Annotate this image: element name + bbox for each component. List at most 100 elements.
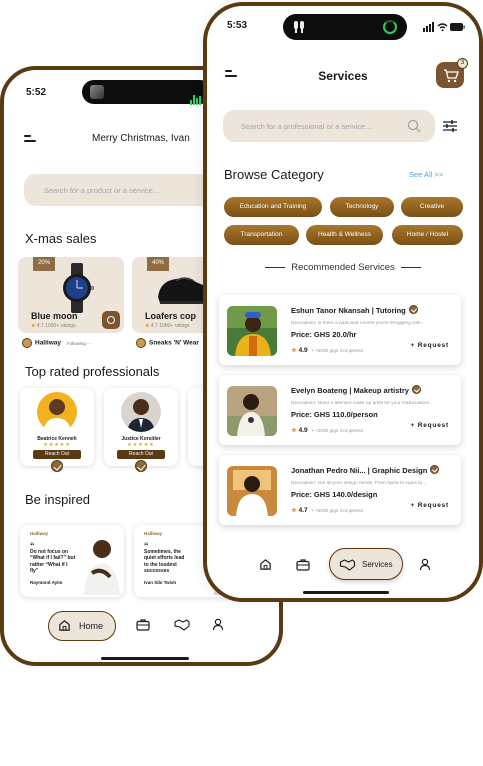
verified-icon (408, 305, 418, 314)
service-price: Price: GHS 110.0/person (291, 410, 378, 419)
quote-text: Sometimes, the quiet efforts lead to the… (144, 549, 185, 574)
service-card[interactable]: Evelyn Boateng | Makeup artistry Descrip… (219, 375, 461, 445)
dynamic-island (283, 14, 407, 40)
quote-brand: Halliway (144, 531, 163, 536)
star-icon: ★ (291, 507, 297, 514)
browse-category-title: Browse Category (224, 167, 324, 182)
section-title-be-inspired: Be inspired (25, 492, 91, 507)
quote-person-image (84, 540, 120, 595)
star-icon: ★ (291, 347, 297, 354)
system-status-icon (423, 22, 465, 32)
category-chip[interactable]: Home / Hostel (392, 225, 463, 245)
service-rating: ★ 4.9 • +3000 gigs Completed (291, 427, 363, 434)
handshake-icon (339, 559, 356, 571)
product-name: Loafers cop (145, 311, 197, 321)
product-card[interactable]: 20% Blue moon ★ 4.7 1000+ ratings (18, 257, 124, 333)
category-chip[interactable]: Creative (401, 197, 463, 217)
cart-button[interactable]: 3 (436, 58, 468, 88)
quote-text: Do not focus on “What if I fail?” but ra… (30, 549, 76, 574)
filter-icon[interactable] (443, 120, 457, 132)
verified-icon (411, 385, 421, 394)
seller-info[interactable]: Halliway Following ⋯ (22, 338, 92, 352)
service-description: Description: Is there a particular cours… (291, 321, 425, 326)
request-button[interactable]: + Request (411, 342, 449, 349)
quote-card[interactable]: Halliway “ Do not focus on “What if I fa… (20, 525, 124, 597)
follow-status[interactable]: Following ⋯ (67, 341, 92, 346)
product-name: Blue moon (31, 311, 78, 321)
professional-stars: ★★★★★ (127, 442, 155, 448)
category-chip[interactable]: Transportation (224, 225, 299, 245)
discount-badge: 20% (33, 257, 55, 271)
watch-image (63, 263, 94, 313)
user-icon[interactable] (419, 558, 431, 571)
home-icon (59, 620, 70, 631)
bottom-nav: Home (48, 608, 238, 644)
dynamic-island (82, 80, 212, 105)
product-rating: ★ 4.7 1000+ ratings (31, 323, 76, 329)
airpods-icon (294, 21, 304, 33)
mockup-stage: 5:52 Merry Christmas, Ivan Search for a … (0, 0, 483, 766)
service-price: Price: GHS 140.0/design (291, 490, 378, 499)
category-chip[interactable]: Education and Training (224, 197, 322, 217)
reach-out-button[interactable]: Reach Out (33, 450, 81, 459)
nav-services-label: Services (362, 560, 393, 569)
product-rating: ★ 4.7 1000+ ratings (145, 323, 190, 329)
professional-card[interactable]: Justice Korsitler ★★★★★ Reach Out (104, 388, 178, 472)
service-rating: ★ 4.9 • +5000 gigs Completed (291, 347, 363, 354)
album-art-icon (90, 85, 104, 99)
services-phone: 5:53 Services 3 Search for a professiona… (203, 2, 483, 602)
search-icon[interactable] (407, 119, 421, 133)
briefcase-icon[interactable] (136, 618, 150, 631)
seller-avatar (136, 338, 146, 348)
service-rating: ★ 4.7 • +5000 gigs Completed (291, 507, 363, 514)
audio-wave-icon (190, 87, 202, 105)
category-chip[interactable]: Technology (330, 197, 394, 217)
seller-avatar (22, 338, 32, 348)
provider-photo (227, 466, 277, 516)
verified-icon (51, 460, 63, 472)
request-button[interactable]: + Request (411, 502, 449, 509)
quote-author: Ivan Sibi Twish (144, 580, 177, 585)
category-chip[interactable]: Health & Wellness (306, 225, 383, 245)
service-card[interactable]: Eshun Tanor Nkansah | Tutoring Descripti… (219, 295, 461, 365)
section-title-top-rated: Top rated professionals (25, 364, 160, 379)
reach-out-button[interactable]: Reach Out (117, 450, 165, 459)
request-button[interactable]: + Request (411, 422, 449, 429)
provider-photo (227, 306, 277, 356)
service-description: Description: Need a talented make up art… (291, 401, 434, 406)
seller-info[interactable]: Sneaks 'N' Wear (136, 338, 199, 352)
home-indicator (101, 657, 189, 660)
briefcase-icon[interactable] (296, 558, 310, 571)
cart-count-badge: 3 (457, 58, 468, 69)
service-card[interactable]: Jonathan Pedro Nii... | Graphic Design D… (219, 455, 461, 525)
service-name: Eshun Tanor Nkansah | Tutoring (291, 305, 418, 315)
see-all-link[interactable]: See All >> (409, 170, 443, 179)
recommended-title: Recommended Services (207, 262, 479, 273)
quote-brand: Halliway (30, 531, 49, 536)
home-icon[interactable] (259, 558, 272, 571)
star-icon: ★ (291, 427, 297, 434)
greeting: Merry Christmas, Ivan (92, 133, 190, 144)
service-name: Evelyn Boateng | Makeup artistry (291, 385, 421, 395)
progress-ring-icon (383, 20, 397, 34)
add-to-cart-button[interactable] (102, 311, 120, 329)
home-indicator (303, 591, 389, 594)
professional-photo (121, 392, 161, 432)
nav-home-button[interactable]: Home (48, 611, 116, 641)
status-time: 5:53 (227, 20, 248, 31)
handshake-icon[interactable] (174, 618, 190, 631)
professional-stars: ★★★★★ (43, 442, 71, 448)
professional-photo (37, 392, 77, 432)
user-icon[interactable] (212, 618, 224, 631)
nav-services-button[interactable]: Services (329, 548, 403, 580)
quote-author: Raymond Ayim (30, 580, 63, 585)
professional-card[interactable]: Beatrice Kenneh ★★★★★ Reach Out (20, 388, 94, 472)
search-placeholder: Search for a professional or a service..… (241, 122, 372, 131)
section-title-xmas: X-mas sales (25, 231, 97, 246)
service-name: Jonathan Pedro Nii... | Graphic Design (291, 465, 440, 475)
provider-photo (227, 386, 277, 436)
search-input[interactable]: Search for a professional or a service..… (223, 110, 435, 142)
menu-icon[interactable] (24, 135, 36, 143)
bottom-nav: Services (255, 546, 435, 582)
service-price: Price: GHS 20.0/hr (291, 330, 357, 339)
